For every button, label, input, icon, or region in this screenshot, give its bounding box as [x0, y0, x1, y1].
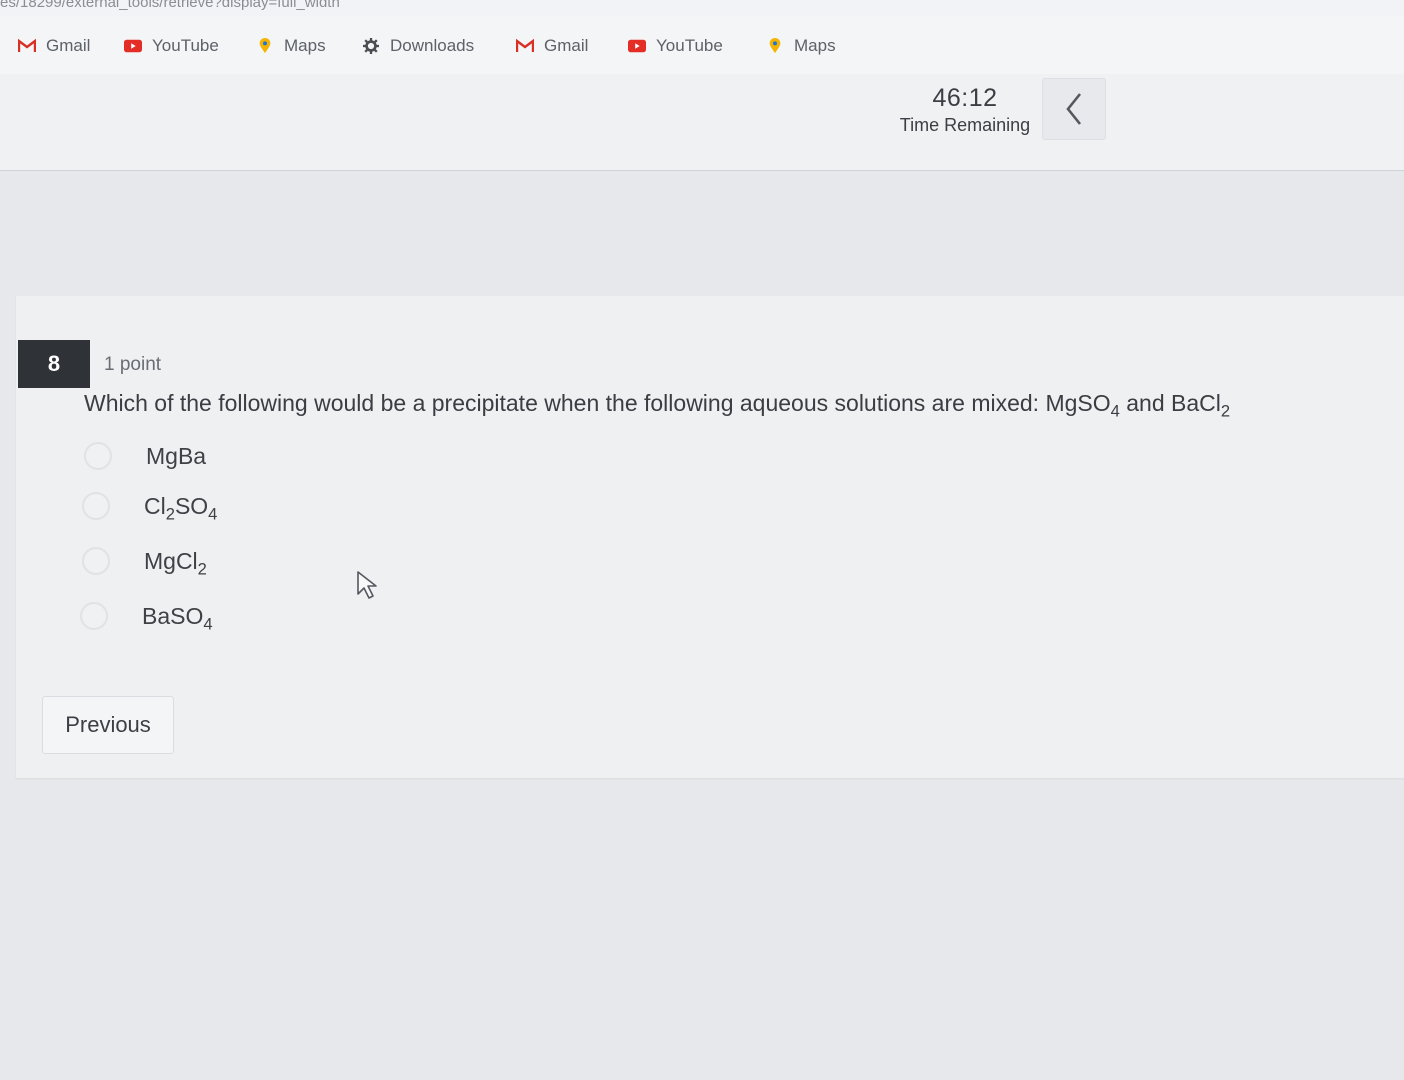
bookmarks-bar: Gmail YouTube Maps Downloads Gmail YouTu…: [0, 16, 1404, 75]
question-points: 1 point: [104, 354, 162, 375]
gmail-icon: [18, 38, 36, 52]
bookmark-label: Downloads: [390, 36, 475, 55]
bookmark-youtube-2[interactable]: YouTube: [628, 36, 723, 56]
answer-option-3[interactable]: MgCl2: [82, 547, 207, 578]
radio-button[interactable]: [82, 547, 110, 575]
bookmark-maps[interactable]: Maps: [256, 36, 326, 56]
time-remaining: 46:12 Time Remaining: [880, 84, 1050, 136]
bookmark-gmail[interactable]: Gmail: [18, 36, 90, 56]
radio-button[interactable]: [82, 492, 110, 520]
option-label: Cl2SO4: [144, 492, 218, 523]
bookmark-youtube[interactable]: YouTube: [124, 36, 219, 56]
radio-button[interactable]: [80, 602, 108, 630]
question-text: Which of the following would be a precip…: [84, 390, 1231, 421]
option-label: MgCl2: [144, 547, 207, 578]
collapse-timer-button[interactable]: [1042, 78, 1106, 140]
mouse-cursor-icon: [357, 571, 377, 599]
quiz-header: 46:12 Time Remaining: [0, 74, 1404, 171]
bookmark-label: Gmail: [544, 36, 589, 55]
chevron-left-icon: [1066, 93, 1082, 125]
url-text: es/18299/external_tools/retrieve?display…: [0, 0, 340, 11]
radio-button[interactable]: [84, 442, 112, 470]
gear-icon: [363, 38, 379, 54]
bookmark-maps-2[interactable]: Maps: [766, 36, 836, 56]
address-bar-fragment[interactable]: es/18299/external_tools/retrieve?display…: [0, 0, 1404, 16]
youtube-icon: [628, 39, 646, 53]
bookmark-label: YouTube: [152, 36, 219, 55]
question-number-badge: 8: [18, 340, 90, 388]
option-label: BaSO4: [142, 602, 213, 633]
answer-option-1[interactable]: MgBa: [84, 442, 206, 470]
bookmark-label: Gmail: [46, 36, 91, 55]
bookmark-label: Maps: [794, 36, 836, 55]
bookmark-label: Maps: [284, 36, 326, 55]
bookmark-gmail-2[interactable]: Gmail: [516, 36, 588, 56]
bookmark-label: YouTube: [656, 36, 723, 55]
timer-label: Time Remaining: [899, 115, 1031, 135]
maps-pin-icon: [259, 38, 271, 54]
answer-option-4[interactable]: BaSO4: [80, 602, 213, 633]
answer-option-2[interactable]: Cl2SO4: [82, 492, 218, 523]
previous-button[interactable]: Previous: [42, 696, 174, 754]
bookmark-downloads[interactable]: Downloads: [362, 36, 474, 56]
maps-pin-icon: [769, 38, 781, 54]
timer-value: 46:12: [932, 84, 998, 112]
option-label: MgBa: [146, 442, 207, 469]
gmail-icon: [516, 38, 534, 52]
youtube-icon: [124, 39, 142, 53]
question-card: 8 1 point Which of the following would b…: [16, 296, 1404, 778]
